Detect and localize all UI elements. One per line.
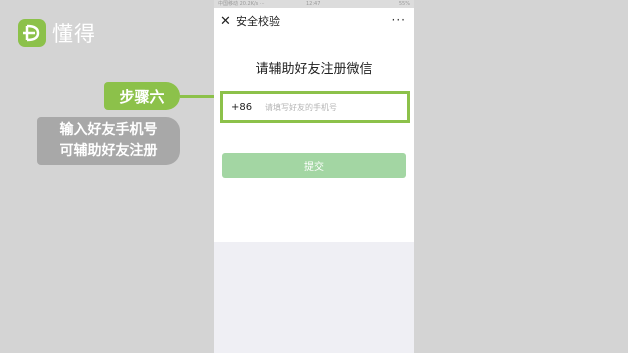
phone-number-row: +86 — [220, 91, 410, 123]
leaf-d-icon — [18, 19, 46, 47]
close-icon[interactable]: ✕ — [220, 8, 231, 35]
step-label: 步骤六 — [104, 82, 180, 110]
status-battery: 55% — [398, 1, 410, 7]
nav-bar: ✕ 安全校验 ··· — [214, 8, 414, 35]
step-description-line-2: 可辅助好友注册 — [59, 143, 158, 159]
status-time: 12:47 — [306, 1, 321, 7]
page-title: 请辅助好友注册微信 — [255, 62, 373, 77]
nav-title: 安全校验 — [236, 15, 280, 28]
country-code[interactable]: +86 — [231, 102, 265, 113]
brand-name: 懂得 — [52, 22, 96, 46]
more-options-icon[interactable]: ··· — [392, 8, 406, 33]
status-bar: 中国移动 20.2K/s ··· 12:47 55% — [214, 0, 414, 8]
step-description-line-1: 输入好友手机号 — [59, 122, 158, 138]
brand-logo: 懂得 — [18, 18, 96, 48]
status-carrier: 中国移动 20.2K/s ··· — [218, 1, 265, 7]
verification-panel: 请辅助好友注册微信 +86 提交 — [214, 35, 414, 242]
step-description: 输入好友手机号 可辅助好友注册 — [37, 117, 180, 165]
submit-button[interactable]: 提交 — [222, 153, 406, 178]
phone-number-input[interactable] — [265, 102, 395, 112]
phone-screen: 中国移动 20.2K/s ··· 12:47 55% ✕ 安全校验 ··· 请辅… — [214, 0, 414, 353]
